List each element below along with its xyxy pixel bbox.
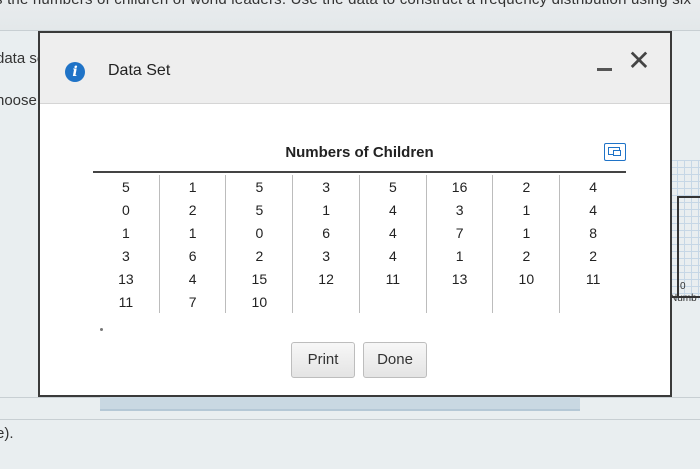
table-cell: 2 [225, 244, 293, 267]
table-header-rule [93, 171, 626, 173]
minimize-icon[interactable] [596, 57, 614, 77]
table-cell: 13 [425, 267, 493, 290]
graph-grid [670, 160, 700, 300]
data-table: 5 1 5 3 5 16 2 4 0 2 5 1 4 3 1 4 1 1 0 6 4 7 1 8 3 6 2 3 4 1 2 2 13 4 15 12… [93, 175, 626, 313]
table-title: Numbers of Children [285, 144, 434, 161]
table-cell: 5 [358, 175, 427, 198]
table-cell: 7 [425, 221, 493, 244]
focus-dot [100, 328, 103, 331]
table-cell: 13 [118, 270, 134, 287]
dialog-title: Data Set [108, 62, 171, 79]
graph-axis-tick: 0 [680, 281, 686, 292]
table-cell [492, 290, 560, 313]
table-cell: 10 [492, 267, 560, 290]
table-cell: 3 [425, 198, 493, 221]
graph-axis-label: Numb [670, 293, 697, 304]
table-cell: 4 [158, 267, 226, 290]
background-label-answer: e). [0, 425, 14, 442]
table-row: 11 7 10 [93, 290, 626, 313]
table-cell: 0 [121, 201, 130, 218]
background-graph: 0 Numb [670, 160, 700, 304]
done-button[interactable]: Done [363, 342, 427, 378]
table-cell: 1 [158, 175, 226, 198]
table-cell: 8 [559, 221, 626, 244]
table-cell: 3 [292, 175, 360, 198]
background-instructions: s the numbers of children of world leade… [0, 0, 700, 30]
table-cell: 1 [492, 198, 560, 221]
graph-bar-outline [677, 196, 679, 296]
table-cell [425, 290, 493, 313]
table-cell: 1 [158, 221, 226, 244]
table-cell: 11 [358, 267, 427, 290]
table-row: 36234122 [93, 244, 626, 267]
table-cell: 15 [225, 267, 293, 290]
divider [0, 419, 700, 420]
table-cell: 6 [158, 244, 226, 267]
table-cell [358, 290, 427, 313]
table-cell: 4 [358, 221, 427, 244]
table-cell: 4 [559, 198, 626, 221]
table-cell: 11 [118, 293, 134, 310]
table-row: 02514314 [93, 198, 626, 221]
background-label-choose: hoose [0, 92, 37, 109]
dialog-header: i Data Set ✕ [40, 33, 670, 104]
table-cell: 4 [358, 244, 427, 267]
table-cell: 1 [425, 244, 493, 267]
table-cell: 4 [559, 175, 626, 198]
print-button[interactable]: Print [291, 342, 355, 378]
table-cell: 1 [121, 224, 130, 241]
table-cell: 11 [559, 267, 626, 290]
background-tab-row [100, 397, 580, 411]
table-cell: 5 [225, 175, 293, 198]
table-cell: 2 [559, 244, 626, 267]
table-cell: 2 [492, 175, 560, 198]
table-cell: 5 [121, 178, 130, 195]
graph-bar-outline [679, 196, 700, 198]
table-row: 5 1 5 3 5 16 2 4 [93, 175, 626, 198]
table-cell: 16 [425, 175, 493, 198]
table-cell: 3 [121, 247, 130, 264]
table-row: 11064718 [93, 221, 626, 244]
table-cell: 2 [492, 244, 560, 267]
data-set-dialog: i Data Set ✕ Numbers of Children 5 1 5 3 5 16… [38, 31, 672, 397]
table-cell: 7 [158, 290, 226, 313]
table-cell: 3 [292, 244, 360, 267]
close-icon[interactable]: ✕ [626, 46, 652, 76]
table-cell [292, 290, 360, 313]
info-icon: i [65, 62, 85, 82]
instructions-text: s the numbers of children of world leade… [0, 0, 691, 8]
table-cell: 1 [492, 221, 560, 244]
table-cell: 4 [358, 198, 427, 221]
table-cell: 6 [292, 221, 360, 244]
table-cell: 12 [292, 267, 360, 290]
table-cell [559, 290, 626, 313]
table-cell: 0 [225, 221, 293, 244]
table-cell: 5 [225, 198, 293, 221]
table-cell: 10 [225, 290, 293, 313]
table-cell: 2 [158, 198, 226, 221]
table-row: 13 4 15 12 11 13 10 11 [93, 267, 626, 290]
table-cell: 1 [292, 198, 360, 221]
